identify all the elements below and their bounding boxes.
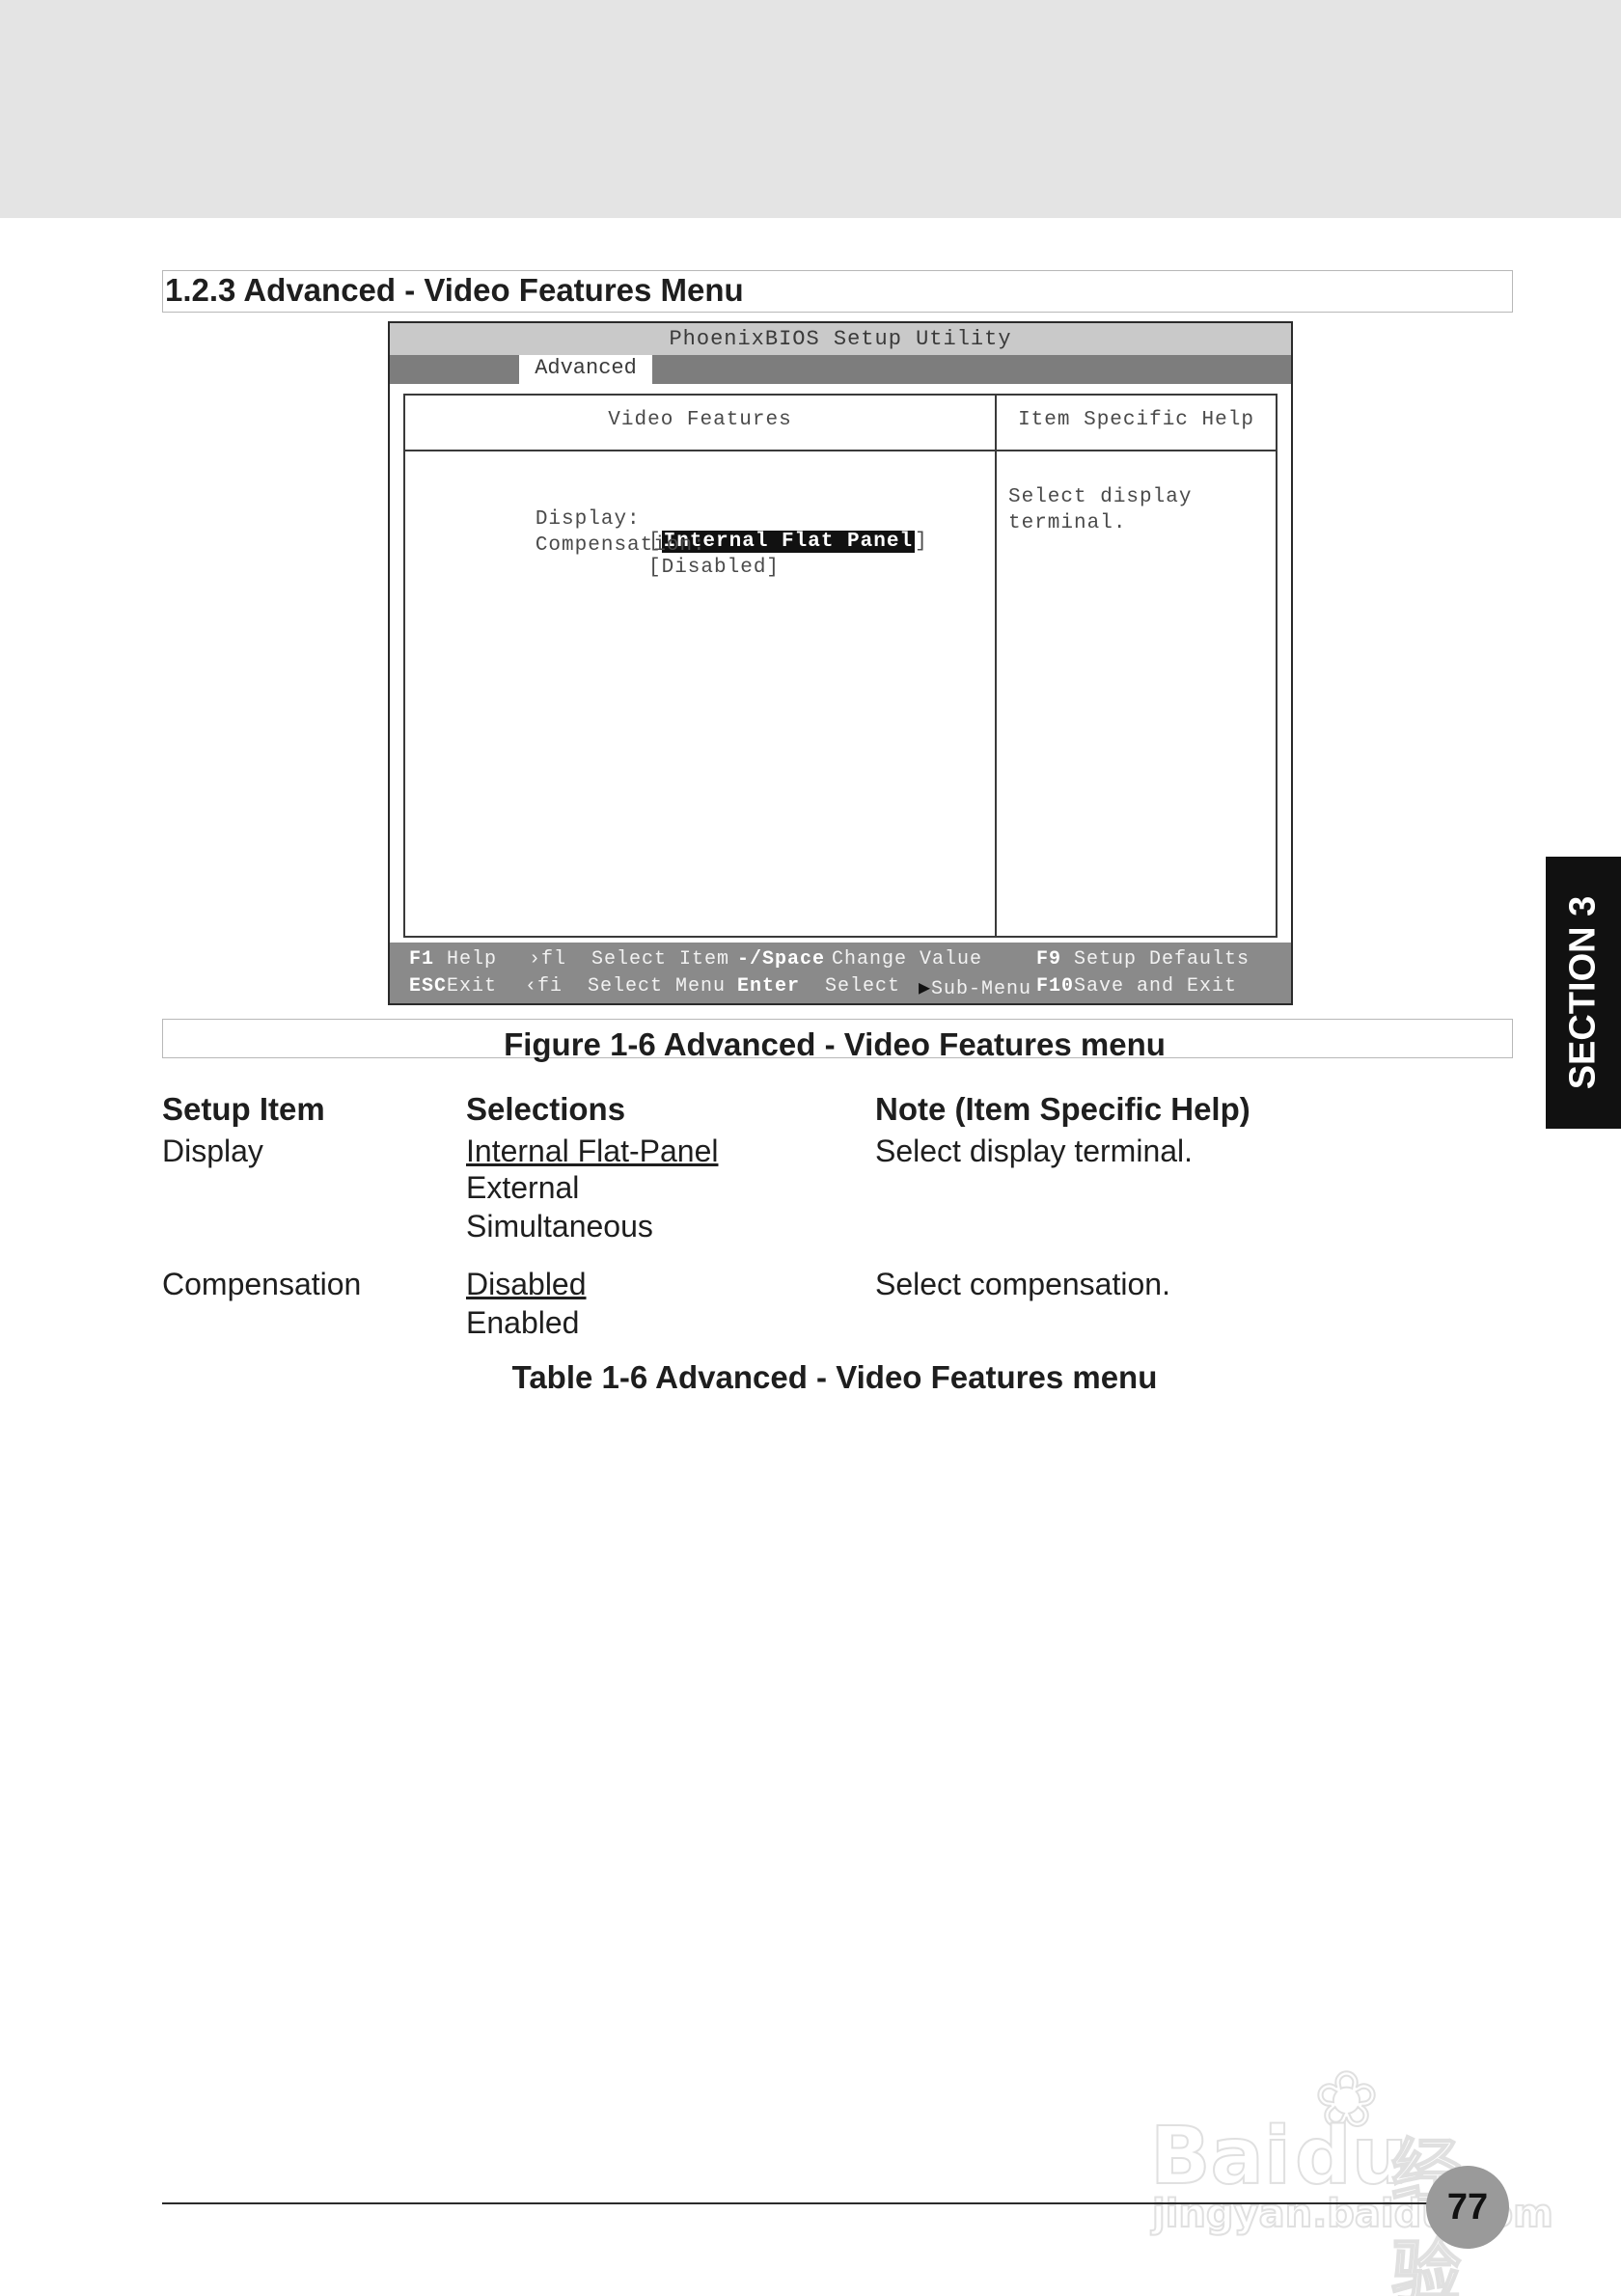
- table-row-display-item: Display: [162, 1134, 263, 1168]
- panel-divider: [995, 396, 997, 936]
- bios-body: Video Features Item Specific Help Displa…: [390, 384, 1291, 943]
- display-option: External: [466, 1170, 580, 1205]
- bios-screen: PhoenixBIOS Setup Utility Advanced Video…: [388, 321, 1293, 1005]
- compensation-option: Enabled: [466, 1305, 580, 1340]
- section-tab: SECTION 3: [1546, 857, 1621, 1129]
- key-esc-exit: ESCExit: [409, 975, 498, 998]
- key-select-menu: ‹fi Select Menu: [525, 975, 727, 998]
- key-change-value: Change Value: [832, 948, 983, 970]
- watermark-brand: Bai: [1149, 2110, 1292, 2203]
- compensation-option-default: Disabled: [466, 1267, 587, 1301]
- bios-frame: Video Features Item Specific Help Displa…: [403, 394, 1278, 938]
- key-f10-save-exit: F10Save and Exit: [1036, 975, 1238, 998]
- key-space: -/Space: [737, 948, 826, 970]
- triangle-right-icon: ▶: [919, 978, 932, 1000]
- key-submenu: ▶Sub-Menu: [919, 978, 1032, 1000]
- section-heading: 1.2.3 Advanced - Video Features Menu: [162, 270, 1513, 313]
- page-header-band: [0, 0, 1621, 218]
- video-features-header: Video Features: [608, 409, 792, 431]
- compensation-setting-row[interactable]: Compensation: [Disabled]: [430, 512, 779, 601]
- table-row-compensation-item: Compensation: [162, 1267, 362, 1301]
- compensation-value[interactable]: [Disabled]: [648, 557, 780, 579]
- page-number: 77: [1446, 2187, 1489, 2228]
- figure-caption: Figure 1-6 Advanced - Video Features men…: [504, 1026, 1166, 1062]
- key-select-item: ›fl Select Item: [529, 948, 730, 970]
- key-f9-defaults: F9 Setup Defaults: [1036, 948, 1250, 970]
- table-header-note: Note (Item Specific Help): [875, 1091, 1250, 1127]
- item-help-header: Item Specific Help: [1018, 409, 1254, 431]
- key-enter-select: Enter Select: [737, 975, 914, 998]
- bios-title: PhoenixBIOS Setup Utility: [390, 323, 1291, 355]
- display-option: Simultaneous: [466, 1209, 653, 1244]
- section-tab-label: SECTION 3: [1562, 895, 1604, 1090]
- table-caption: Table 1-6 Advanced - Video Features menu: [511, 1359, 1158, 1395]
- table-header-setup-item: Setup Item: [162, 1091, 325, 1127]
- bios-menubar: Advanced: [390, 355, 1291, 384]
- display-note: Select display terminal.: [875, 1134, 1194, 1168]
- page-number-badge: 77: [1426, 2166, 1509, 2249]
- header-divider: [405, 450, 1276, 451]
- compensation-note: Select compensation.: [875, 1267, 1170, 1301]
- compensation-label: Compensation:: [535, 534, 706, 557]
- bios-key-legend: F1 Help ›fl Select Item -/Space Change V…: [390, 943, 1291, 1003]
- key-f1-help: F1 Help: [409, 948, 498, 970]
- table-header-selections: Selections: [466, 1091, 626, 1127]
- display-option-default: Internal Flat-Panel: [466, 1134, 719, 1168]
- footer-rule: [162, 2202, 1465, 2204]
- tab-advanced[interactable]: Advanced: [519, 355, 652, 384]
- help-line-1: Select display: [1008, 486, 1193, 508]
- help-line-2: terminal.: [1008, 512, 1127, 534]
